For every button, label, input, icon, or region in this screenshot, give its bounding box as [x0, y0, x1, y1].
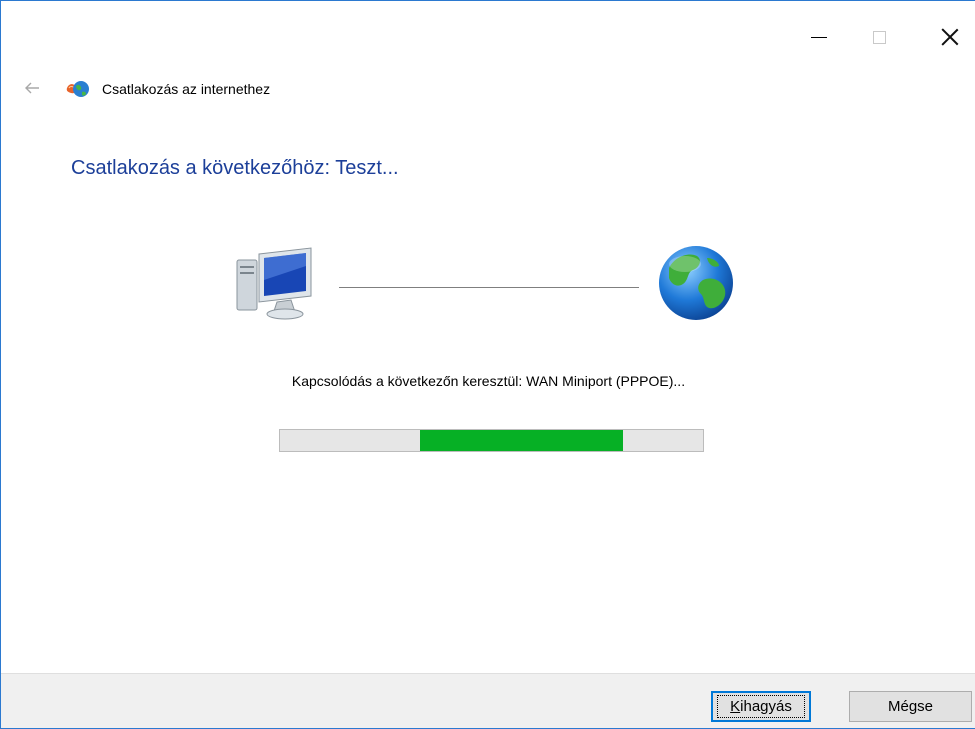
window-title: Csatlakozás az internethez — [102, 81, 271, 97]
dialog-footer: Kihagyás Mégse — [1, 673, 975, 728]
skip-button-label: Kihagyás — [717, 695, 805, 718]
connection-line — [339, 287, 639, 288]
back-arrow-icon — [25, 82, 39, 94]
connection-progress-bar — [279, 429, 704, 452]
skip-label-rest: ihagyás — [740, 698, 792, 715]
minimize-button[interactable] — [796, 17, 842, 57]
page-title: Csatlakozás a következőhöz: Teszt... — [71, 157, 399, 179]
network-wizard-icon — [66, 81, 89, 97]
back-button[interactable] — [23, 79, 43, 99]
maximize-button[interactable] — [856, 17, 902, 57]
progress-fill — [419, 430, 623, 451]
close-icon — [941, 28, 959, 46]
computer-icon — [236, 247, 312, 320]
minimize-icon — [811, 36, 827, 38]
cancel-button[interactable]: Mégse — [849, 691, 972, 722]
close-button[interactable] — [927, 17, 973, 57]
connect-dialog-window: Csatlakozás az internethez Csatlakozás a… — [0, 0, 975, 729]
connection-status-text: Kapcsolódás a következőn keresztül: WAN … — [291, 373, 686, 389]
skip-accelerator-key: K — [730, 698, 741, 715]
maximize-icon — [872, 30, 886, 44]
skip-button[interactable]: Kihagyás — [711, 691, 811, 722]
globe-icon — [659, 246, 733, 320]
